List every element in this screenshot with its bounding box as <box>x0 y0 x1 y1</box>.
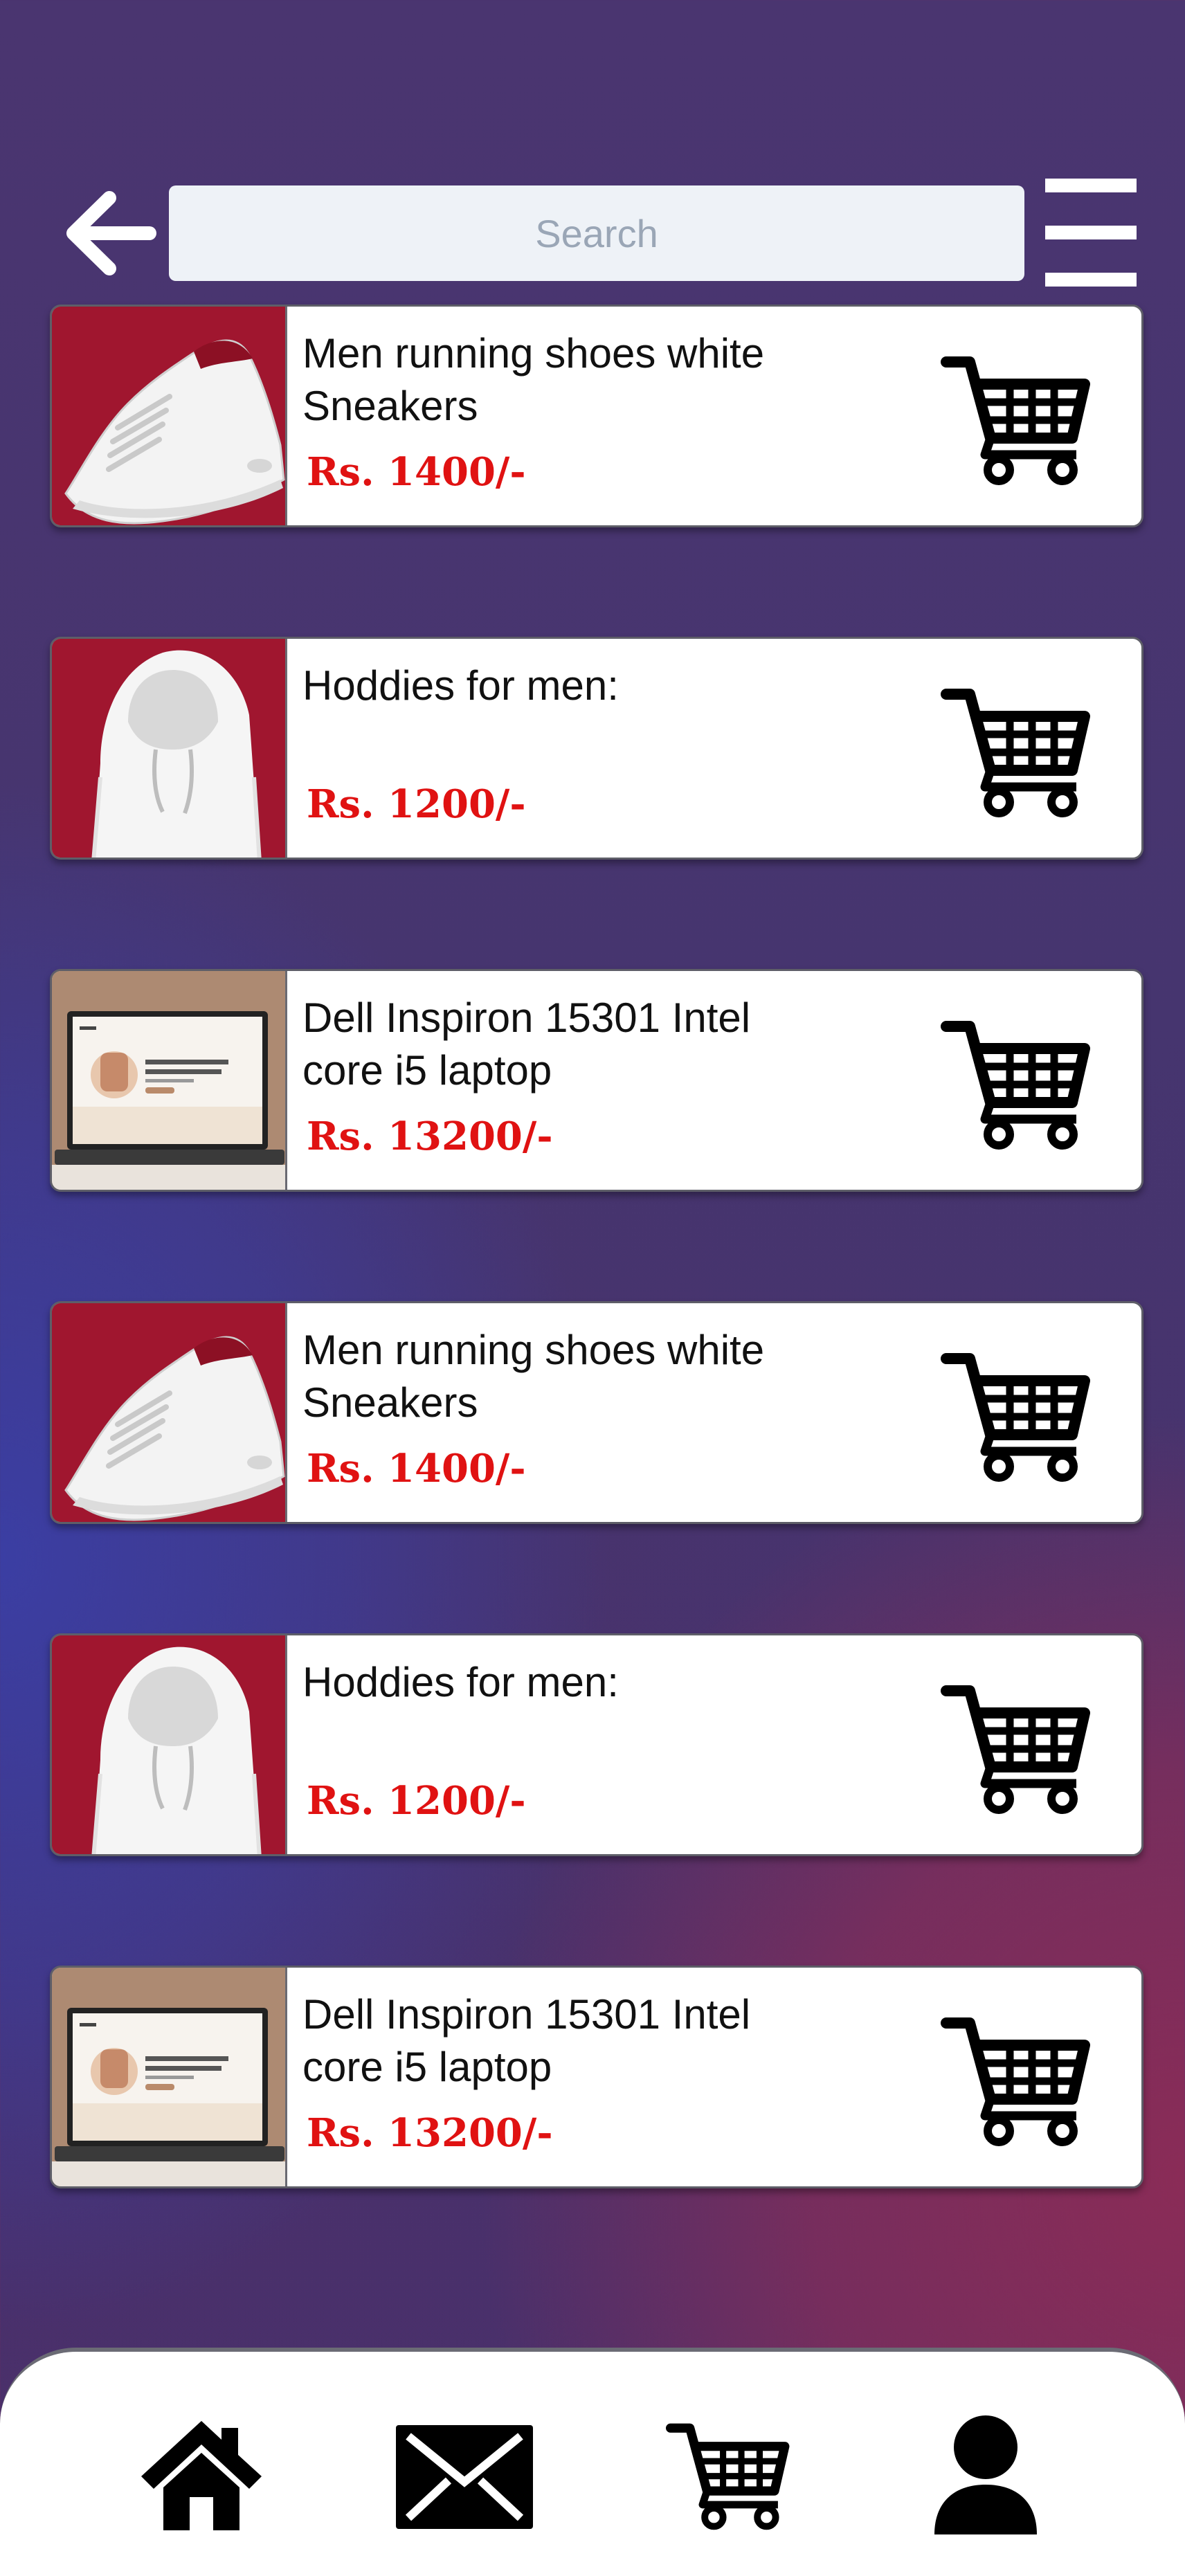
product-image-sneaker <box>52 307 287 525</box>
top-bar <box>0 0 1185 298</box>
shopping-cart-icon <box>941 1346 1100 1485</box>
product-title: Dell Inspiron 15301 Intel core i5 laptop <box>302 995 751 1094</box>
product-price: Rs. 13200/- <box>307 2110 553 2156</box>
product-card[interactable]: Dell Inspiron 15301 Intel core i5 laptop… <box>50 1966 1143 2188</box>
search-input[interactable] <box>169 185 1024 281</box>
product-price: Rs. 13200/- <box>307 1114 553 1159</box>
product-title: Hoddies for men: <box>302 662 619 709</box>
product-price: Rs. 1200/- <box>307 1778 526 1824</box>
nav-cart-button[interactable] <box>666 2413 797 2537</box>
bottom-nav <box>0 2348 1185 2576</box>
product-card[interactable]: Men running shoes white Sneakers Rs. 140… <box>50 305 1143 527</box>
shopping-cart-icon <box>941 682 1100 820</box>
product-image-sneaker <box>52 1303 287 1522</box>
add-to-cart-button[interactable] <box>941 682 1100 820</box>
add-to-cart-button[interactable] <box>941 2011 1100 2149</box>
home-icon <box>141 2421 262 2530</box>
product-title: Men running shoes white Sneakers <box>302 330 765 429</box>
product-price: Rs. 1200/- <box>307 781 526 827</box>
shopping-cart-icon <box>666 2413 797 2537</box>
product-card[interactable]: Hoddies for men: Rs. 1200/- <box>50 637 1143 860</box>
shopping-cart-icon <box>941 350 1100 488</box>
hamburger-menu-icon <box>1045 179 1137 192</box>
product-card[interactable]: Hoddies for men: Rs. 1200/- <box>50 1633 1143 1856</box>
product-title: Dell Inspiron 15301 Intel core i5 laptop <box>302 1991 751 2090</box>
user-icon <box>934 2415 1037 2534</box>
back-button[interactable] <box>61 181 158 285</box>
arrow-left-icon <box>66 191 156 275</box>
add-to-cart-button[interactable] <box>941 1014 1100 1152</box>
product-image-hoodie <box>52 1635 287 1854</box>
envelope-icon <box>396 2425 533 2529</box>
product-image-laptop <box>52 1968 287 2186</box>
nav-home-button[interactable] <box>136 2413 267 2537</box>
shopping-cart-icon <box>941 2011 1100 2149</box>
product-image-hoodie <box>52 639 287 858</box>
product-price: Rs. 1400/- <box>307 449 526 495</box>
product-card[interactable]: Dell Inspiron 15301 Intel core i5 laptop… <box>50 969 1143 1192</box>
product-image-laptop <box>52 971 287 1190</box>
product-title: Men running shoes white Sneakers <box>302 1327 765 1426</box>
nav-messages-button[interactable] <box>392 2413 537 2537</box>
add-to-cart-button[interactable] <box>941 1678 1100 1817</box>
shopping-cart-icon <box>941 1678 1100 1817</box>
shopping-cart-icon <box>941 1014 1100 1152</box>
nav-profile-button[interactable] <box>930 2413 1041 2537</box>
menu-button[interactable] <box>1045 179 1137 288</box>
product-title: Hoddies for men: <box>302 1659 619 1705</box>
add-to-cart-button[interactable] <box>941 350 1100 488</box>
product-card[interactable]: Men running shoes white Sneakers Rs. 140… <box>50 1301 1143 1524</box>
add-to-cart-button[interactable] <box>941 1346 1100 1485</box>
product-price: Rs. 1400/- <box>307 1446 526 1491</box>
